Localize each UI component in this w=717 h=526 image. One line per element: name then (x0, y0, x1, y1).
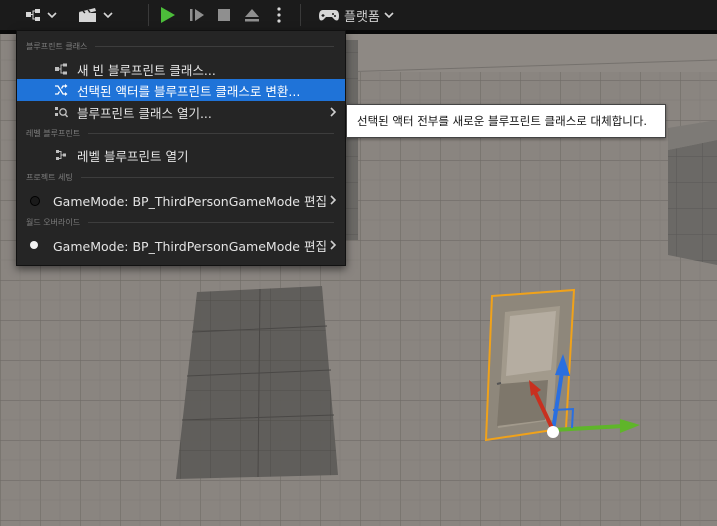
menu-item-convert-selected-actor[interactable]: 선택된 액터를 블루프린트 클래스로 변환... (17, 79, 345, 101)
section-level-blueprint: 레벨 블루프린트 (26, 127, 334, 139)
menu-item-label: 레벨 블루프린트 열기 (77, 148, 189, 164)
blueprint-menu-chevron-down-icon[interactable] (44, 0, 60, 30)
play-icon[interactable] (155, 0, 179, 30)
convert-shuffle-icon (55, 84, 68, 96)
section-project-settings: 프로젝트 세팅 (26, 171, 334, 183)
step-play-icon[interactable] (186, 0, 208, 30)
gamemode-dot-icon (30, 196, 40, 206)
level-blueprint-icon (56, 150, 66, 160)
stop-icon[interactable] (214, 0, 234, 30)
blueprint-class-icon (55, 63, 67, 75)
more-vertical-icon[interactable] (272, 0, 286, 30)
gamepad-icon (319, 10, 339, 21)
menu-item-project-gamemode[interactable]: GameMode: BP_ThirdPersonGameMode 편집 (17, 189, 345, 211)
menu-item-world-gamemode[interactable]: GameMode: BP_ThirdPersonGameMode 편집 (17, 234, 345, 256)
eject-icon[interactable] (241, 0, 263, 30)
menu-item-label: 블루프린트 클래스 열기... (77, 105, 212, 121)
blueprint-icon[interactable] (22, 0, 44, 30)
menu-item-label: 새 빈 블루프린트 클래스... (77, 62, 216, 78)
menu-item-label: 선택된 액터를 블루프린트 클래스로 변환... (77, 83, 301, 99)
menu-item-new-empty-blueprint[interactable]: 새 빈 블루프린트 클래스... (17, 58, 345, 80)
platforms-button[interactable]: 플랫폼 (318, 0, 398, 30)
section-blueprint-class: 블루프린트 클래스 (26, 40, 334, 52)
submenu-chevron-right-icon (330, 240, 337, 250)
menu-item-label: GameMode: BP_ThirdPersonGameMode 편집 (53, 193, 327, 209)
cinematics-chevron-down-icon[interactable] (100, 0, 116, 30)
menu-item-label: GameMode: BP_ThirdPersonGameMode 편집 (53, 238, 327, 254)
menu-item-open-blueprint-class[interactable]: 블루프린트 클래스 열기... (17, 101, 345, 123)
tooltip-text: 선택된 액터 전부를 새로운 블루프린트 클래스로 대체합니다. (357, 114, 648, 128)
platforms-label: 플랫폼 (344, 9, 380, 25)
section-world-override: 월드 오버라이드 (26, 216, 334, 228)
platforms-chevron-down-icon (384, 12, 394, 19)
main-toolbar: 플랫폼 (0, 0, 717, 34)
cinematics-icon[interactable] (76, 0, 100, 30)
submenu-chevron-right-icon (330, 107, 337, 117)
gamemode-dot-icon (30, 241, 38, 249)
open-blueprint-icon (55, 107, 68, 118)
convert-tooltip: 선택된 액터 전부를 새로운 블루프린트 클래스로 대체합니다. (346, 104, 666, 138)
menu-item-open-level-blueprint[interactable]: 레벨 블루프린트 열기 (17, 144, 345, 166)
submenu-chevron-right-icon (330, 195, 337, 205)
blueprint-dropdown-menu: 블루프린트 클래스 새 빈 블루프린트 클래스... 선택된 액터를 블루프린트… (16, 30, 346, 266)
